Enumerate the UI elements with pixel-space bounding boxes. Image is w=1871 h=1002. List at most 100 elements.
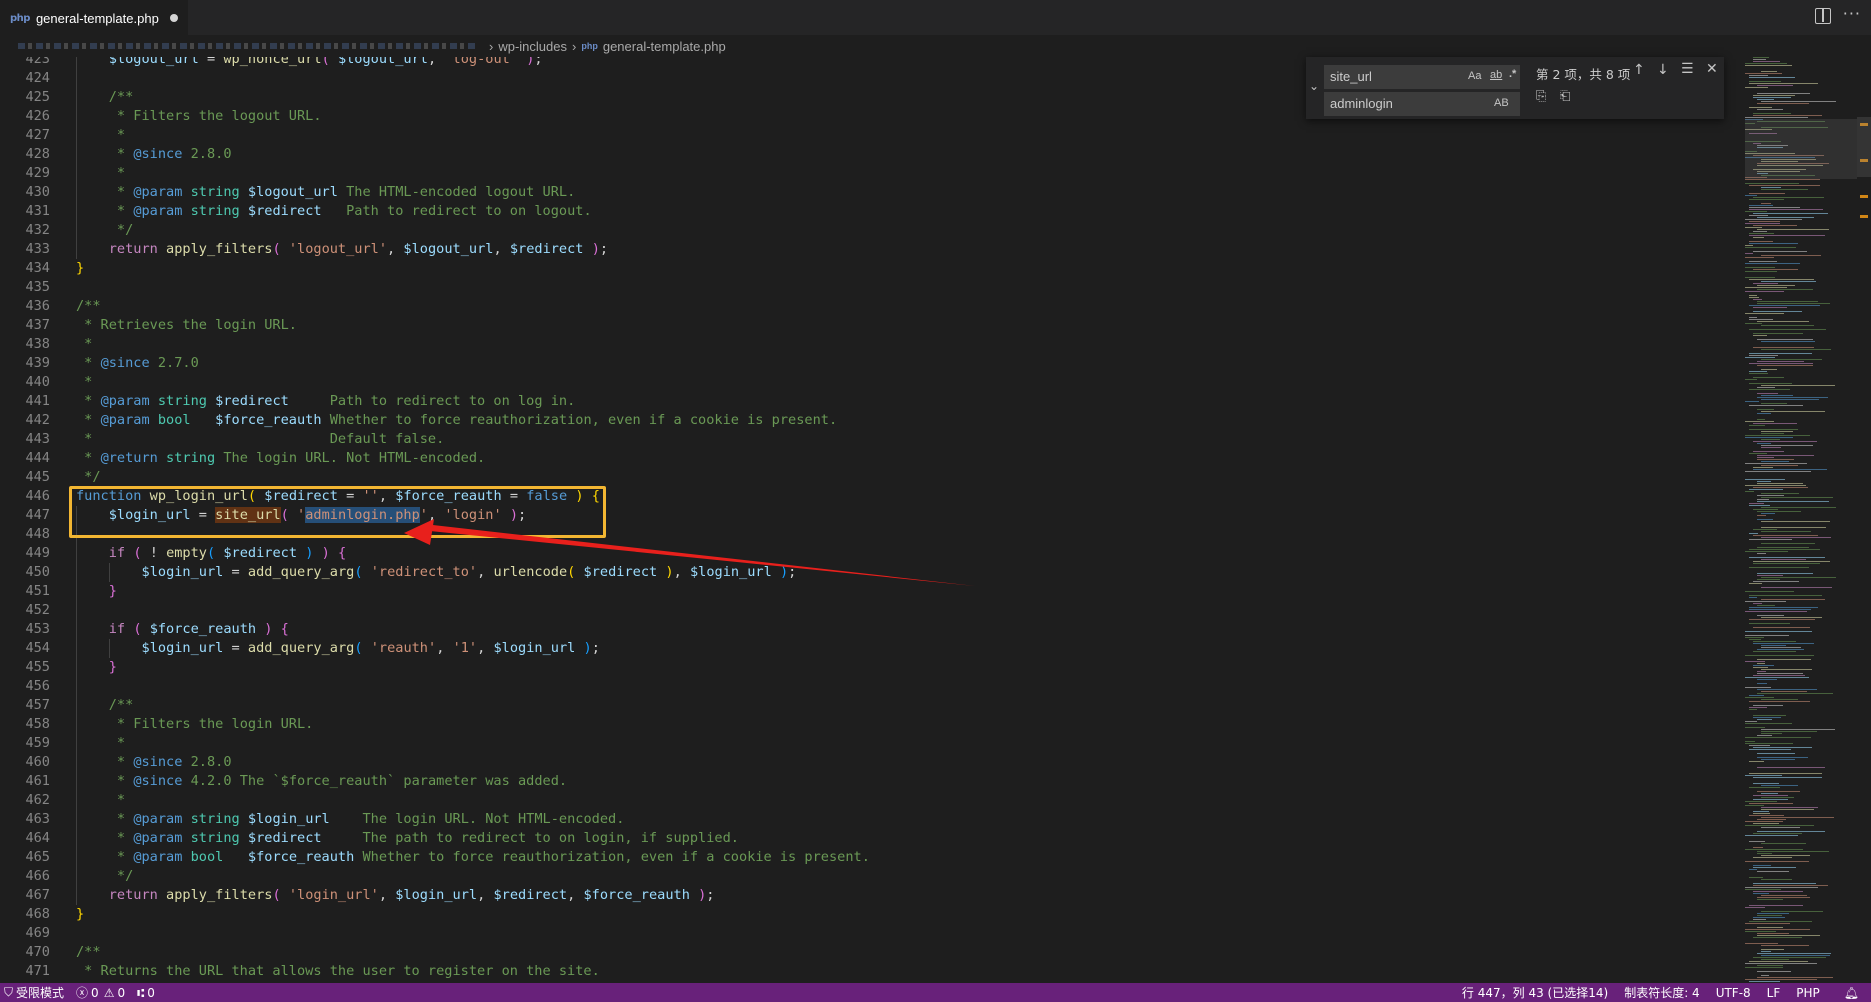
code-line[interactable]: 427 * (0, 126, 1740, 145)
encoding[interactable]: UTF-8 (1706, 986, 1757, 1000)
previous-match-icon[interactable]: ↑ (1633, 62, 1645, 78)
toggle-replace-icon[interactable]: ⌄ (1309, 79, 1319, 93)
code-line[interactable]: 437 * Retrieves the login URL. (0, 316, 1740, 335)
code-line[interactable]: 443 * Default false. (0, 430, 1740, 449)
problems-indicator[interactable]: ⓧ 0 ⚠ 0 (70, 984, 131, 1001)
minimap-line (1761, 879, 1792, 881)
breadcrumb-folder[interactable]: wp-includes (498, 39, 567, 54)
indent-guide (76, 202, 77, 221)
ports-indicator[interactable]: ⑆ 0 (131, 986, 161, 1000)
tab-general-template[interactable]: php general-template.php (0, 0, 188, 35)
code-line[interactable]: 456 (0, 677, 1740, 696)
code-line[interactable]: 467 return apply_filters( 'login_url', $l… (0, 886, 1740, 905)
replace-input[interactable]: adminlogin (1324, 92, 1520, 116)
code-line[interactable]: 458 * Filters the login URL. (0, 715, 1740, 734)
code-line[interactable]: 432 */ (0, 221, 1740, 240)
restricted-mode[interactable]: ⛉ 受限模式 (0, 984, 71, 1001)
chevron-right-icon: › (489, 38, 494, 54)
replace-all-icon[interactable]: ⎗ (1560, 89, 1570, 104)
minimap-line (1753, 59, 1766, 61)
code-line[interactable]: 430 * @param string $logout_url The HTML… (0, 183, 1740, 202)
split-editor-icon[interactable] (1815, 8, 1831, 24)
line-number: 459 (25, 735, 50, 751)
close-icon[interactable]: ✕ (1706, 61, 1718, 77)
minimap-line (1749, 405, 1803, 407)
replace-icon[interactable]: ⎘ (1536, 89, 1546, 104)
code-line[interactable]: 454 $login_url = add_query_arg( 'reauth',… (0, 639, 1740, 658)
code-line[interactable]: 431 * @param string $redirect Path to re… (0, 202, 1740, 221)
cursor-position[interactable]: 行 447，列 43 (已选择14) (1456, 984, 1614, 1001)
minimap-line (1761, 945, 1809, 947)
minimap-line (1761, 733, 1782, 735)
more-actions-icon[interactable]: ··· (1843, 4, 1861, 23)
code-line[interactable]: 455} (0, 658, 1740, 677)
minimap-line (1745, 211, 1767, 213)
find-in-selection-icon[interactable]: ☰ (1681, 61, 1694, 77)
code-line[interactable]: 469 (0, 924, 1740, 943)
code-line[interactable]: 442 * @param bool $force_reauth Whether … (0, 411, 1740, 430)
match-whole-word-icon[interactable]: ab (1490, 69, 1502, 81)
code-line[interactable]: 433 return apply_filters( 'logout_url', $… (0, 240, 1740, 259)
code-line[interactable]: 429 * (0, 164, 1740, 183)
code-line[interactable]: 453 if ( $force_reauth ) { (0, 620, 1740, 639)
code-line[interactable]: 440 * (0, 373, 1740, 392)
code-line[interactable]: 465 * @param bool $force_reauth Whether … (0, 848, 1740, 867)
unsaved-dot-icon[interactable] (169, 14, 178, 22)
minimap[interactable] (1745, 57, 1857, 983)
code-line[interactable]: 459 * (0, 734, 1740, 753)
code-line[interactable]: 457 /** (0, 696, 1740, 715)
code-line[interactable]: 462 * (0, 791, 1740, 810)
minimap-line (1761, 445, 1813, 447)
code-line[interactable]: 438 * (0, 335, 1740, 354)
scrollbar-thumb[interactable] (1857, 117, 1871, 177)
code-line[interactable]: 468} (0, 905, 1740, 924)
code-line[interactable]: 461 * @since 4.2.0 The `$force_reauth` p… (0, 772, 1740, 791)
code-line[interactable]: 466 */ (0, 867, 1740, 886)
code-line[interactable]: 436 /** (0, 297, 1740, 316)
notifications-bell-icon[interactable]: 🔔︎ (1826, 986, 1871, 1000)
minimap-line (1757, 85, 1793, 87)
end-of-line[interactable]: LF (1757, 986, 1787, 1000)
minimap-line (1761, 797, 1794, 799)
code-line[interactable]: 449 if ( ! empty( $redirect ) ) { (0, 544, 1740, 563)
code-line[interactable]: 441 * @param string $redirect Path to re… (0, 392, 1740, 411)
minimap-line (1761, 399, 1819, 401)
minimap-line (1757, 579, 1780, 581)
code-line[interactable]: 463 * @param string $login_url The login… (0, 810, 1740, 829)
code-line[interactable]: 445 */ (0, 468, 1740, 487)
code-line[interactable]: 439 * @since 2.7.0 (0, 354, 1740, 373)
code-line[interactable]: 444 * @return string The login URL. Not … (0, 449, 1740, 468)
regex-icon[interactable]: .* (1509, 68, 1516, 80)
match-case-icon[interactable]: Aa (1468, 70, 1481, 82)
minimap-line (1757, 515, 1766, 517)
code-line[interactable]: 470 /** (0, 943, 1740, 962)
language-mode[interactable]: PHP (1786, 986, 1826, 1000)
code-line[interactable]: 460 * @since 2.8.0 (0, 753, 1740, 772)
line-number: 448 (25, 526, 50, 542)
code-line[interactable]: 428 * @since 2.8.0 (0, 145, 1740, 164)
code-line[interactable]: 435 (0, 278, 1740, 297)
minimap-line (1745, 907, 1765, 909)
minimap-line (1753, 651, 1796, 653)
indentation[interactable]: 制表符长度: 4 (1614, 984, 1706, 1001)
minimap-line (1753, 231, 1767, 233)
line-number: 435 (25, 279, 50, 295)
code-line[interactable]: 471 * Returns the URL that allows the us… (0, 962, 1740, 981)
code-line[interactable]: 434} (0, 259, 1740, 278)
code-line[interactable]: 452 (0, 601, 1740, 620)
minimap-line (1749, 749, 1791, 751)
minimap-line (1753, 957, 1826, 959)
vertical-scrollbar[interactable] (1857, 57, 1871, 983)
breadcrumb-file[interactable]: general-template.php (603, 39, 726, 54)
next-match-icon[interactable]: ↓ (1657, 62, 1669, 78)
code-line[interactable]: 450 $login_url = add_query_arg( 'redirect… (0, 563, 1740, 582)
code-text: * @since 4.2.0 The `$force_reauth` param… (108, 773, 568, 789)
minimap-viewport[interactable] (1745, 119, 1857, 179)
minimap-line (1757, 511, 1801, 513)
preserve-case-icon[interactable]: AB (1494, 97, 1509, 109)
code-line[interactable]: 451} (0, 582, 1740, 601)
code-line[interactable]: 464 * @param string $redirect The path t… (0, 829, 1740, 848)
minimap-line (1745, 117, 1808, 119)
minimap-line (1745, 227, 1762, 229)
minimap-line (1757, 693, 1833, 695)
